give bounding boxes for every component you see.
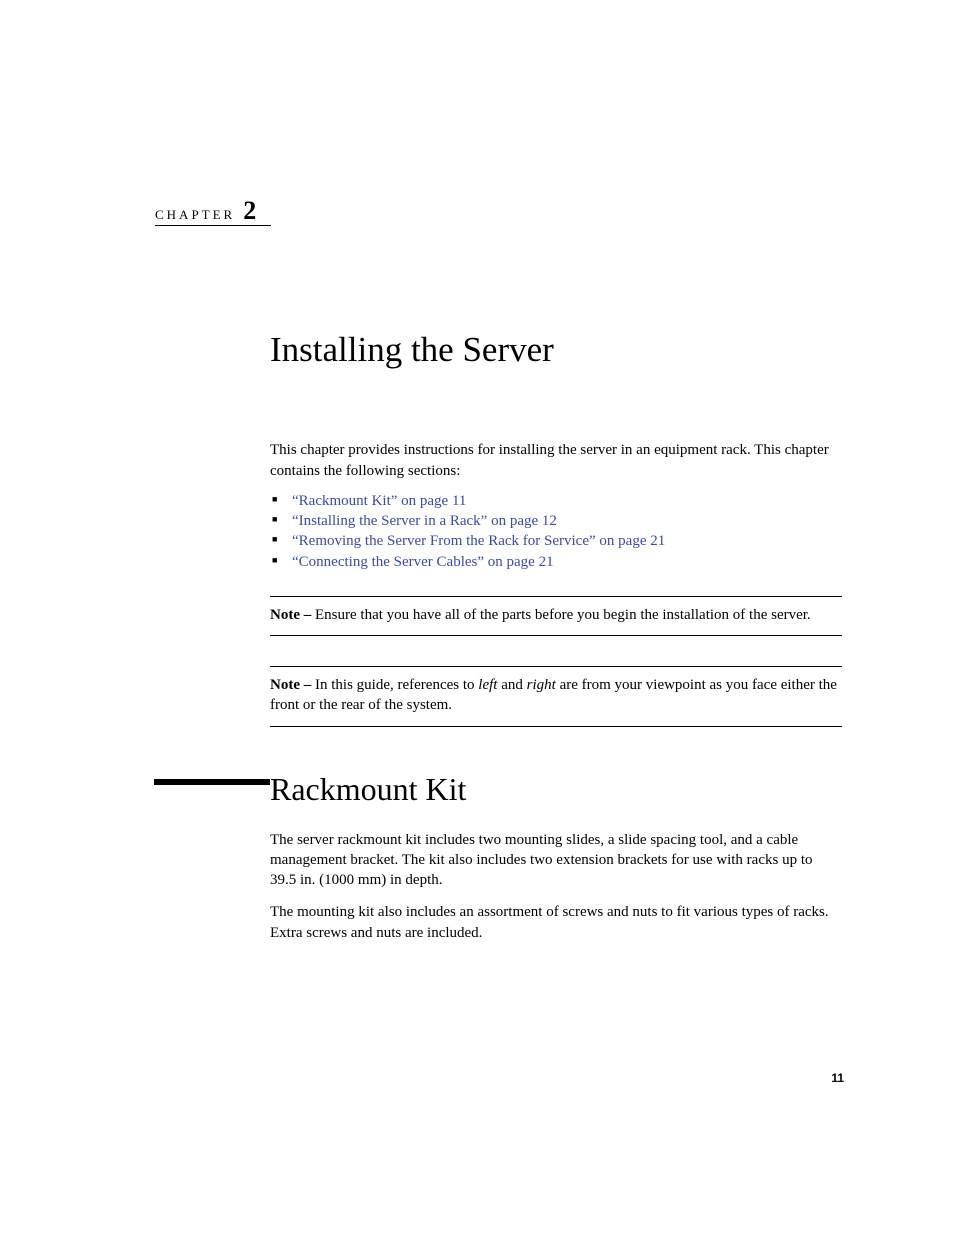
section-paragraph: The mounting kit also includes an assort… [270, 902, 842, 943]
section-rackmount-kit: Rackmount Kit The server rackmount kit i… [270, 771, 842, 943]
xref-item: “Removing the Server From the Rack for S… [270, 531, 842, 551]
page: CHAPTER 2 Installing the Server This cha… [0, 0, 954, 1235]
section-paragraph: The server rackmount kit includes two mo… [270, 830, 842, 891]
content-column: Installing the Server This chapter provi… [270, 330, 842, 953]
note-em-left: left [478, 677, 497, 693]
note-text: Ensure that you have all of the parts be… [315, 607, 811, 623]
xref-item: “Connecting the Server Cables” on page 2… [270, 552, 842, 572]
chapter-label: CHAPTER [155, 207, 235, 223]
note-left-right: Note – In this guide, references to left… [270, 666, 842, 727]
page-number: 11 [831, 1071, 844, 1085]
note-label: Note – [270, 677, 315, 693]
chapter-rule [155, 225, 271, 226]
xref-link-rackmount-kit[interactable]: “Rackmount Kit” on page 11 [292, 493, 466, 509]
section-title: Rackmount Kit [270, 771, 842, 808]
page-title: Installing the Server [270, 330, 842, 370]
note-em-right: right [527, 677, 556, 693]
xref-list: “Rackmount Kit” on page 11 “Installing t… [270, 491, 842, 572]
chapter-number: 2 [243, 198, 256, 224]
xref-link-installing-server-in-rack[interactable]: “Installing the Server in a Rack” on pag… [292, 513, 557, 529]
xref-link-removing-server[interactable]: “Removing the Server From the Rack for S… [292, 533, 665, 549]
xref-link-connecting-cables[interactable]: “Connecting the Server Cables” on page 2… [292, 554, 554, 570]
note-label: Note – [270, 607, 315, 623]
intro-paragraph: This chapter provides instructions for i… [270, 440, 842, 481]
note-text-mid: and [497, 677, 526, 693]
chapter-heading: CHAPTER 2 [155, 198, 256, 224]
section-bar [154, 779, 270, 785]
xref-item: “Rackmount Kit” on page 11 [270, 491, 842, 511]
note-parts: Note – Ensure that you have all of the p… [270, 596, 842, 636]
xref-item: “Installing the Server in a Rack” on pag… [270, 511, 842, 531]
note-text-pre: In this guide, references to [315, 677, 478, 693]
